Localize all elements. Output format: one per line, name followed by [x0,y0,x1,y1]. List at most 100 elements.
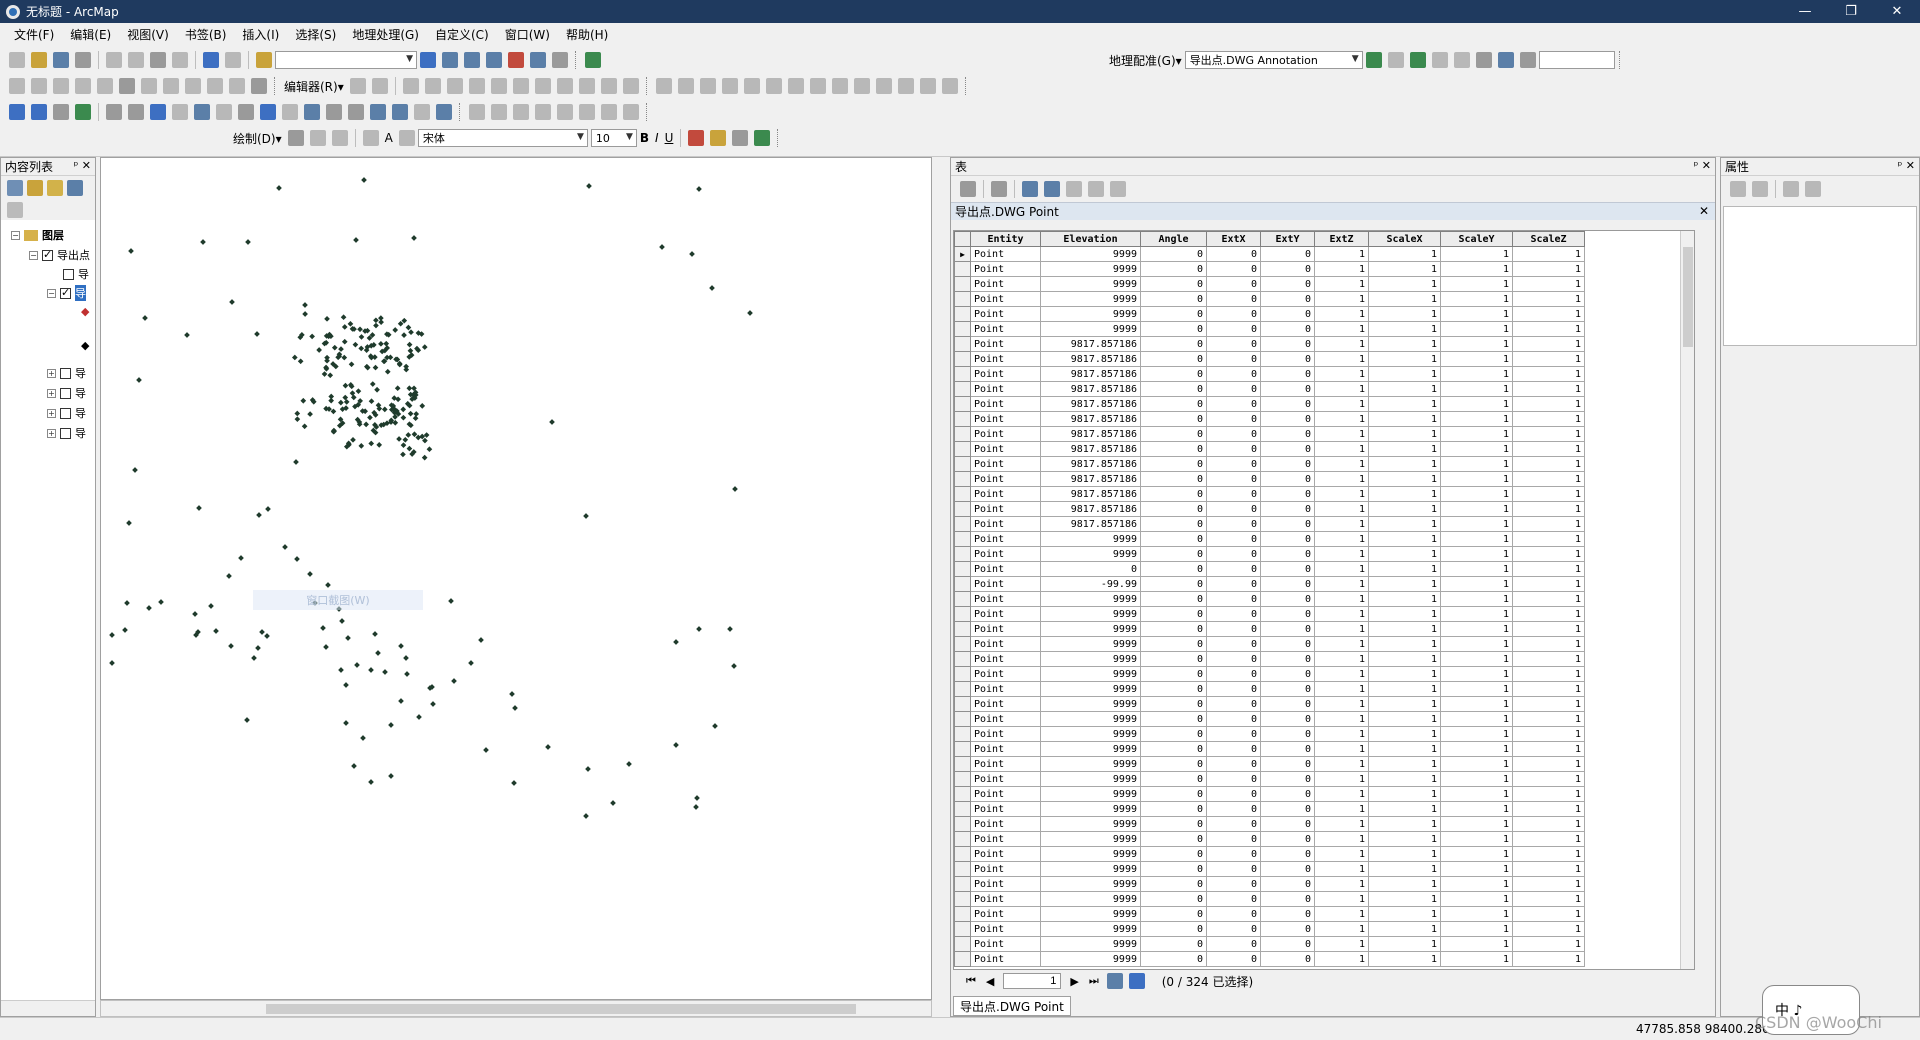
table-cell-scaley[interactable]: 1 [1440,351,1513,367]
table-cell-entity[interactable]: Point [970,561,1041,577]
table-cell-extz[interactable]: 1 [1314,306,1369,322]
clear-selection-icon[interactable] [216,104,232,120]
row-selector[interactable] [954,561,971,577]
table-cell-scalez[interactable]: 1 [1512,531,1585,547]
table-cell-scaley[interactable]: 1 [1440,381,1513,397]
table-cell-angle[interactable]: 0 [1140,366,1207,382]
table-cell-scalex[interactable]: 1 [1368,471,1441,487]
table-cell-scalex[interactable]: 1 [1368,381,1441,397]
rectangle-icon[interactable] [362,130,379,146]
table-cell-scaley[interactable]: 1 [1440,501,1513,517]
fixed-zoom-in-icon[interactable] [106,104,122,120]
table-cell-scalex[interactable]: 1 [1368,366,1441,382]
table-cell-scalez[interactable]: 1 [1512,396,1585,412]
row-selector[interactable] [954,636,971,652]
table-cell-extz[interactable]: 1 [1314,456,1369,472]
table-cell-scalex[interactable]: 1 [1368,576,1441,592]
table-row[interactable]: Point 9817.857186 0 0 0 1 1 1 1 [954,411,1585,427]
table-vertical-scrollbar[interactable] [1680,231,1694,969]
table-row[interactable]: Point 9999 0 0 0 1 1 1 1 [954,771,1585,787]
table-row[interactable]: Point 9999 0 0 0 1 1 1 1 [954,756,1585,772]
snapping-icon[interactable] [53,78,69,94]
table-cell-scalex[interactable]: 1 [1368,786,1441,802]
table-cell-exty[interactable]: 0 [1260,891,1315,907]
table-cell-scalex[interactable]: 1 [1368,321,1441,337]
table-cell-exty[interactable]: 0 [1260,636,1315,652]
table-cell-elevation[interactable]: 9999 [1040,921,1141,937]
table-cell-elevation[interactable]: 9999 [1040,531,1141,547]
menu-file[interactable]: 文件(F) [6,24,62,45]
table-cell-exty[interactable]: 0 [1260,576,1315,592]
layer-visibility-checkbox[interactable] [42,248,53,261]
edit-annotation-icon[interactable] [371,78,388,94]
previous-record-button[interactable]: ◀ [986,975,994,988]
table-row[interactable]: Point 9999 0 0 0 1 1 1 1 [954,666,1585,682]
row-selector[interactable] [954,321,971,337]
create-viewer-window-icon[interactable] [436,104,452,120]
table-cell-elevation[interactable]: 9817.857186 [1040,501,1141,517]
table-row[interactable]: Point 9817.857186 0 0 0 1 1 1 1 [954,456,1585,472]
table-cell-exty[interactable]: 0 [1260,261,1315,277]
table-cell-elevation[interactable]: 9999 [1040,261,1141,277]
table-row[interactable]: Point 9817.857186 0 0 0 1 1 1 1 [954,396,1585,412]
row-selector[interactable] [954,621,971,637]
layer-export-points[interactable]: − 导出点 [29,246,90,264]
table-cell-exty[interactable]: 0 [1260,861,1315,877]
table-cell-exty[interactable]: 0 [1260,591,1315,607]
table-cell-scalex[interactable]: 1 [1368,411,1441,427]
table-cell-elevation[interactable]: 0 [1040,561,1141,577]
row-selector[interactable] [954,501,971,517]
list-by-visibility-icon[interactable] [47,180,63,196]
table-cell-scaley[interactable]: 1 [1440,321,1513,337]
row-selector[interactable] [954,351,971,367]
table-cell-scaley[interactable]: 1 [1440,246,1513,262]
table-cell-angle[interactable]: 0 [1140,546,1207,562]
auto-adjust-icon[interactable] [1387,52,1404,68]
table-cell-angle[interactable]: 0 [1140,291,1207,307]
table-cell-elevation[interactable]: 9999 [1040,306,1141,322]
table-cell-exty[interactable]: 0 [1260,456,1315,472]
table-cell-extx[interactable]: 0 [1206,891,1261,907]
line-tool-icon[interactable] [402,78,419,94]
row-selector[interactable] [954,381,971,397]
row-selector[interactable] [954,261,971,277]
table-cell-scaley[interactable]: 1 [1440,516,1513,532]
table-cell-scalez[interactable]: 1 [1512,561,1585,577]
table-cell-extx[interactable]: 0 [1206,696,1261,712]
map-scale-combo[interactable]: ▼ [275,51,417,69]
table-cell-scalex[interactable]: 1 [1368,756,1441,772]
table-cell-scalez[interactable]: 1 [1512,696,1585,712]
table-cell-scalez[interactable]: 1 [1512,666,1585,682]
table-cell-extz[interactable]: 1 [1314,831,1369,847]
select-by-attributes-icon[interactable] [1022,181,1038,197]
table-cell-extz[interactable]: 1 [1314,921,1369,937]
table-cell-angle[interactable]: 0 [1140,666,1207,682]
table-cell-elevation[interactable]: 9999 [1040,681,1141,697]
table-cell-exty[interactable]: 0 [1260,516,1315,532]
table-cell-entity[interactable]: Point [970,741,1041,757]
toolbar-grip[interactable] [964,77,968,95]
table-cell-entity[interactable]: Point [970,891,1041,907]
row-selector[interactable] [954,276,971,292]
trim-icon[interactable] [721,78,738,94]
table-cell-extz[interactable]: 1 [1314,291,1369,307]
rectify-icon[interactable] [919,78,936,94]
table-cell-extx[interactable]: 0 [1206,906,1261,922]
table-cell-entity[interactable]: Point [970,456,1041,472]
whats-this-icon[interactable] [585,52,601,68]
table-cell-extx[interactable]: 0 [1206,831,1261,847]
clear-selection-icon[interactable] [1066,181,1082,197]
rotate-feature-icon[interactable] [534,78,551,94]
pan-hand-icon[interactable] [53,104,69,120]
table-cell-exty[interactable]: 0 [1260,321,1315,337]
menu-view[interactable]: 视图(V) [119,24,177,45]
italic-button[interactable]: I [655,131,659,145]
table-cell-angle[interactable]: 0 [1140,771,1207,787]
current-record-input[interactable] [1003,973,1062,989]
table-cell-exty[interactable]: 0 [1260,741,1315,757]
copy-parallel-icon[interactable] [677,78,694,94]
table-cell-exty[interactable]: 0 [1260,951,1315,967]
table-cell-scalez[interactable]: 1 [1512,726,1585,742]
table-cell-entity[interactable]: Point [970,666,1041,682]
table-cell-scaley[interactable]: 1 [1440,816,1513,832]
